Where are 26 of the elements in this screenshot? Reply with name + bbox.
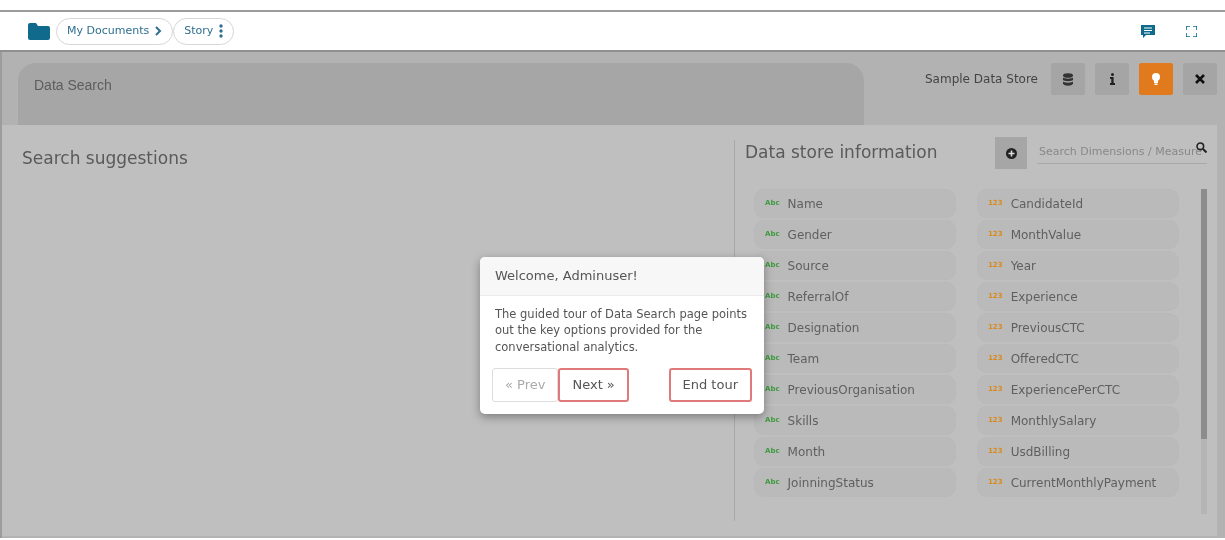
database-button[interactable] xyxy=(1051,63,1085,95)
panel-title: Data Search xyxy=(34,76,113,95)
section-title: Data store information xyxy=(745,141,938,165)
tour-button[interactable]: End tour xyxy=(668,367,752,402)
info-icon xyxy=(1109,73,1115,85)
comment-icon[interactable] xyxy=(1140,23,1156,39)
breadcrumb-link[interactable]: Story xyxy=(173,17,235,45)
data-store-name: Sample Data Store xyxy=(925,71,1038,88)
chevron-right-icon xyxy=(155,26,163,36)
section-title: Search suggestions xyxy=(22,147,189,170)
tour-button[interactable]: Next » xyxy=(558,367,629,402)
database-icon xyxy=(1063,72,1073,86)
scrollbar[interactable] xyxy=(1201,189,1207,514)
folder-icon xyxy=(28,22,50,40)
info-button[interactable] xyxy=(1095,63,1129,95)
plus-circle-icon xyxy=(1005,147,1017,159)
close-button[interactable] xyxy=(1183,63,1217,95)
add-button[interactable] xyxy=(995,137,1027,169)
fullscreen-icon[interactable] xyxy=(1186,25,1197,37)
more-vertical-icon xyxy=(219,24,224,38)
breadcrumb-link[interactable]: My Documents xyxy=(56,17,174,45)
close-icon xyxy=(1195,74,1205,84)
popover-text: The guided tour of Data Search page points out the key options provided for the conversational analytics. xyxy=(494,305,749,356)
bulb-button[interactable] xyxy=(1139,63,1173,95)
popover-title: Welcome, Adminuser! xyxy=(480,257,764,296)
bulb-icon xyxy=(1152,73,1160,85)
